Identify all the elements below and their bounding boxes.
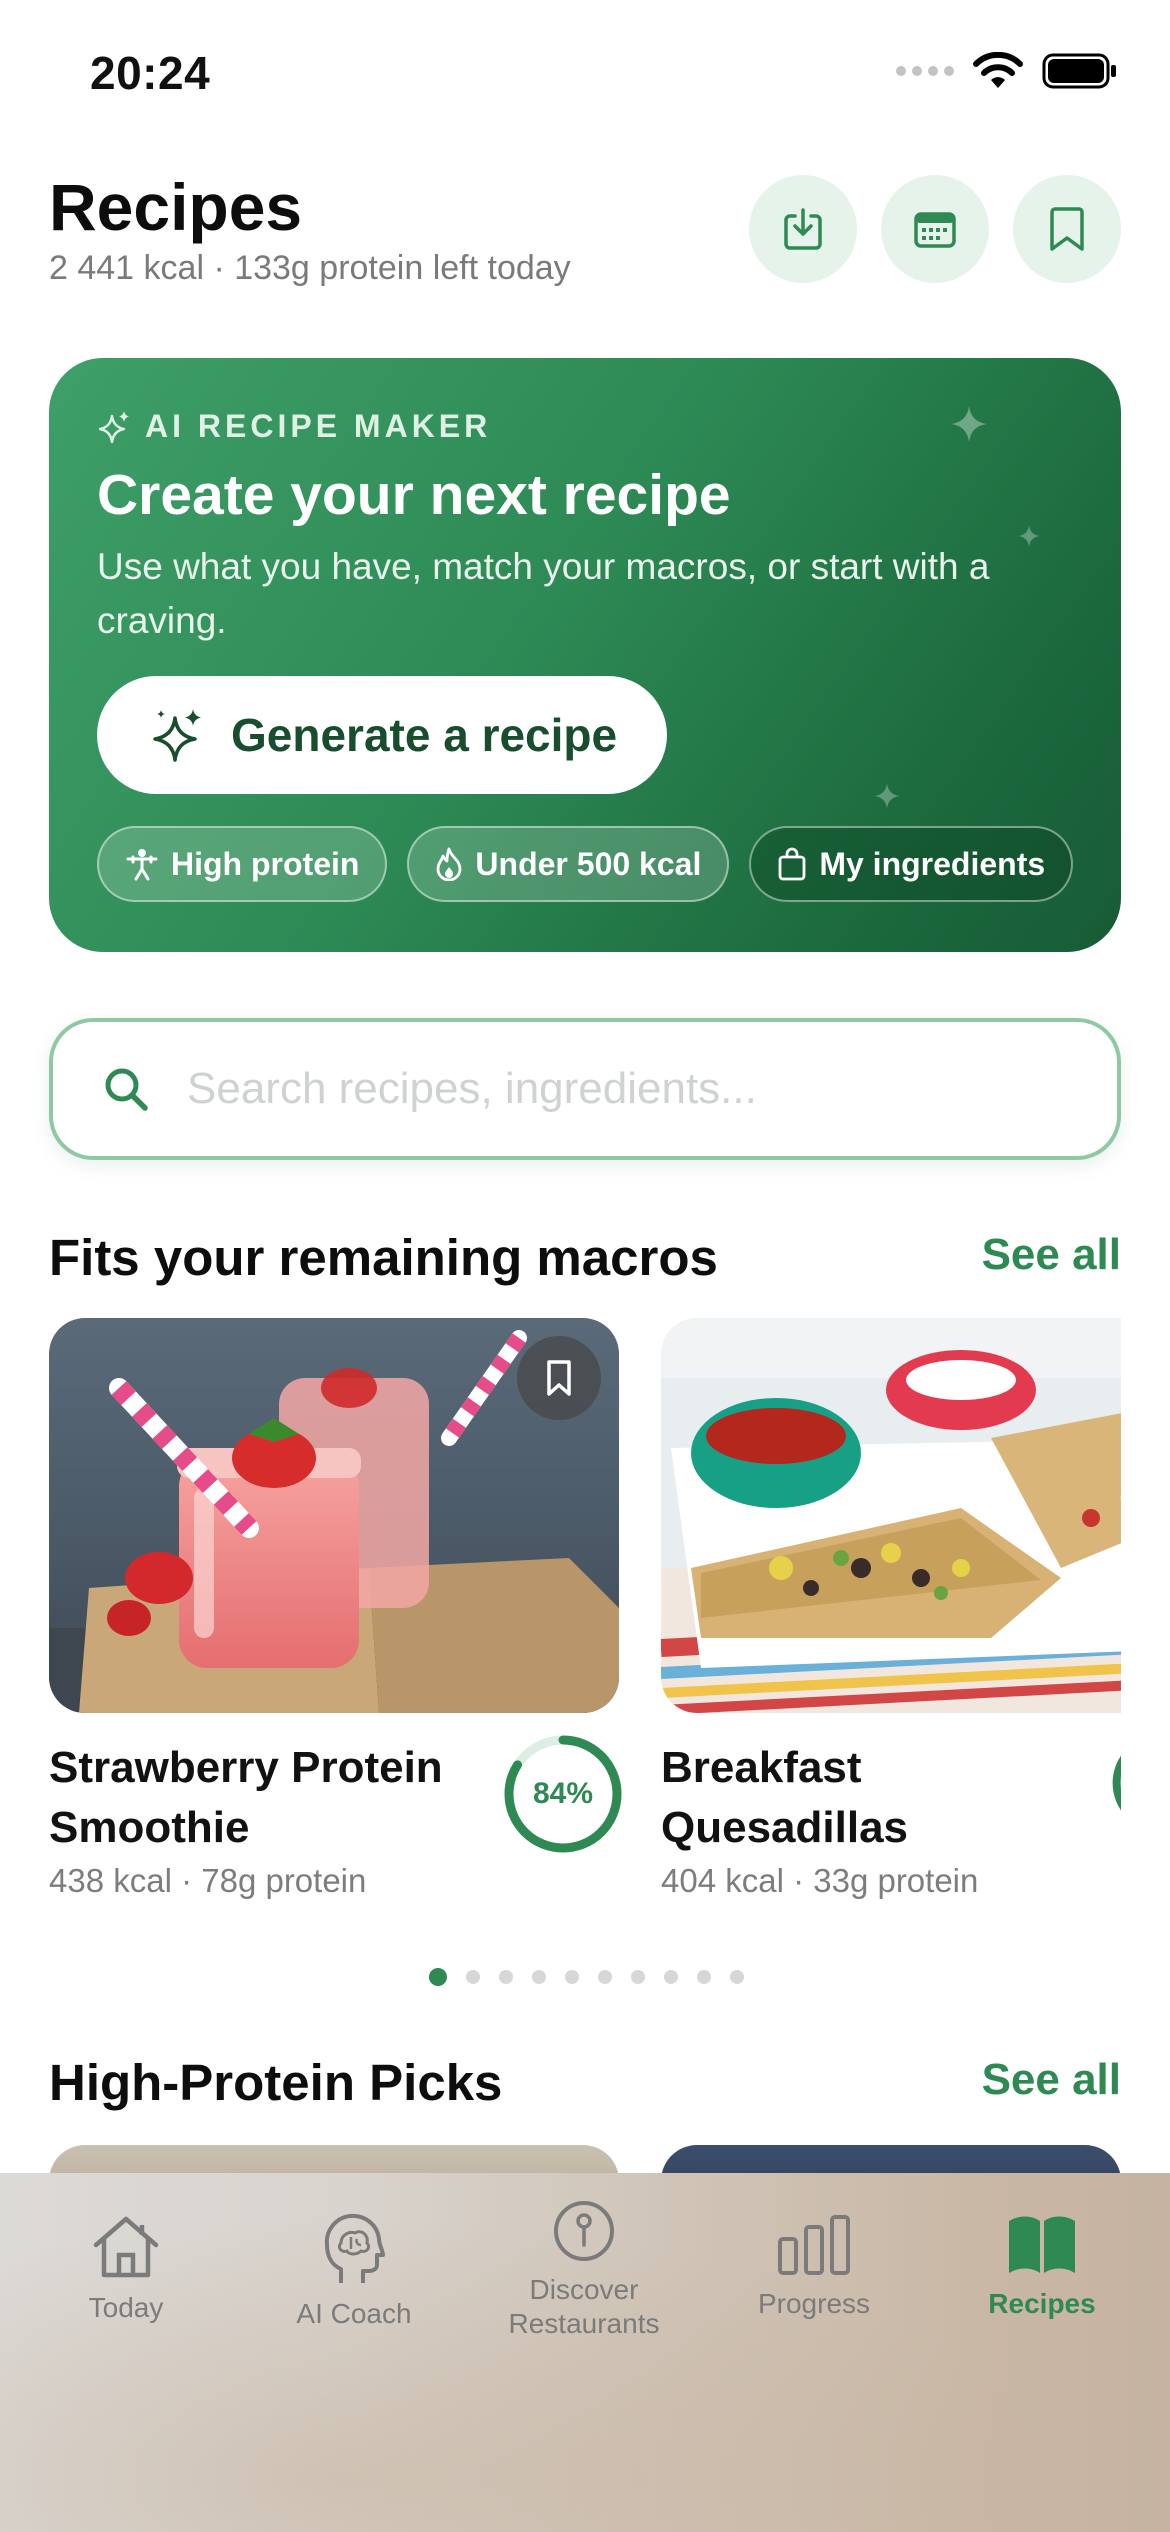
- quesadillas-photo: [661, 1318, 1121, 1713]
- bag-icon: [778, 847, 806, 881]
- status-icons: [896, 52, 1118, 90]
- page-title: Recipes: [49, 170, 303, 244]
- see-all-link[interactable]: See all: [982, 2055, 1121, 2105]
- pagination-dot[interactable]: [465, 1970, 480, 1984]
- recipe-meta: 438 kcal · 78g protein: [49, 1862, 367, 1899]
- search-icon: [105, 1068, 148, 1111]
- tab-progress[interactable]: Progress: [714, 2213, 914, 2321]
- house-icon: [93, 2216, 159, 2278]
- pagination-dot[interactable]: [729, 1970, 744, 1984]
- recipe-card[interactable]: Breakfast Quesadillas 404 kcal · 33g pro…: [661, 1318, 1121, 1899]
- recipe-card[interactable]: Strawberry Protein Smoothie 438 kcal · 7…: [49, 1318, 622, 1899]
- bar-chart-icon: [778, 2215, 850, 2275]
- recipe-meta: 404 kcal · 33g protein: [661, 1862, 979, 1899]
- search-bar: [49, 1018, 1121, 1160]
- section-header-remaining-macros: Fits your remaining macros See all: [49, 1228, 1121, 1298]
- tab-label: Today: [88, 2292, 164, 2323]
- carousel-pagination: [0, 1968, 1170, 1986]
- saved-recipes-button[interactable]: [1013, 175, 1121, 283]
- pagination-dot[interactable]: [428, 1968, 447, 1986]
- tab-label: Progress: [757, 2288, 871, 2319]
- tab-label: AI Coach: [296, 2298, 412, 2329]
- recipe-carousel[interactable]: Strawberry Protein Smoothie 438 kcal · 7…: [49, 1318, 1121, 1908]
- sparkles-icon: [153, 709, 201, 762]
- tab-label: Discover Restaurants: [508, 2274, 660, 2339]
- save-recipe-button[interactable]: [517, 1336, 601, 1420]
- battery-icon: [1042, 53, 1116, 89]
- macro-match-percent: 84%: [532, 1777, 594, 1810]
- import-recipe-button[interactable]: [749, 175, 857, 283]
- see-all-link[interactable]: See all: [982, 1230, 1121, 1280]
- page-header: Recipes 2 441 kcal · 133g protein left t…: [49, 165, 1121, 305]
- macro-match-ring: 84%: [501, 1732, 625, 1856]
- chip-my-ingredients[interactable]: My ingredients: [749, 826, 1074, 902]
- ai-card-description: Use what you have, match your macros, or…: [97, 546, 990, 641]
- cellular-signal-icon: [896, 66, 954, 76]
- pagination-dot[interactable]: [630, 1970, 645, 1984]
- recipe-title: Strawberry Protein Smoothie: [49, 1743, 443, 1852]
- tab-recipes[interactable]: Recipes: [942, 2213, 1142, 2321]
- download-icon: [784, 208, 822, 250]
- chip-label: My ingredients: [819, 845, 1046, 882]
- chip-under-500-kcal[interactable]: Under 500 kcal: [407, 826, 730, 902]
- remaining-macros-summary: 2 441 kcal · 133g protein left today: [49, 249, 571, 287]
- pagination-dot[interactable]: [696, 1970, 711, 1984]
- wifi-icon: [973, 52, 1023, 88]
- pagination-dot[interactable]: [663, 1970, 678, 1984]
- pagination-dot[interactable]: [531, 1970, 546, 1984]
- ai-card-title: Create your next recipe: [97, 463, 731, 527]
- chip-high-protein[interactable]: High protein: [97, 826, 388, 902]
- search-input[interactable]: [187, 1064, 1037, 1114]
- section-header-high-protein: High-Protein Picks See all: [49, 2053, 1121, 2123]
- quick-filter-chips: High protein Under 500 kcal My ingredien…: [97, 826, 1074, 902]
- recipe-image-smoothie: [49, 1318, 619, 1713]
- pagination-dot[interactable]: [564, 1970, 579, 1984]
- generate-recipe-button[interactable]: Generate a recipe: [97, 676, 667, 794]
- chip-label: Under 500 kcal: [475, 845, 702, 882]
- section-title: Fits your remaining macros: [49, 1229, 718, 1286]
- tab-bar: Today AI Coach Discover Restaurants Prog…: [0, 2173, 1170, 2532]
- chip-label: High protein: [171, 845, 360, 882]
- sparkle-decoration-icon: [874, 783, 900, 809]
- recipe-title: Breakfast Quesadillas: [661, 1743, 909, 1852]
- recipe-image-quesadillas: [661, 1318, 1121, 1713]
- ai-card-kicker-label: AI RECIPE MAKER: [145, 408, 492, 444]
- status-time: 20:24: [90, 47, 211, 99]
- brain-head-icon: [324, 2213, 385, 2283]
- calendar-icon: [914, 212, 956, 248]
- status-bar: 20:24: [0, 0, 1170, 150]
- pagination-dot[interactable]: [597, 1970, 612, 1984]
- pagination-dot[interactable]: [498, 1970, 513, 1984]
- generate-recipe-label: Generate a recipe: [231, 709, 618, 761]
- tab-discover-restaurants[interactable]: Discover Restaurants: [484, 2199, 684, 2341]
- sparkle-decoration-icon: [951, 406, 987, 442]
- sparkles-icon: [99, 410, 129, 443]
- tab-today[interactable]: Today: [26, 2213, 226, 2325]
- bookmark-icon: [547, 1360, 571, 1396]
- header-actions: [749, 175, 1121, 283]
- bookmark-icon: [1050, 207, 1084, 251]
- macro-match-ring-partial: [1112, 1755, 1121, 1811]
- section-title: High-Protein Picks: [49, 2054, 503, 2111]
- meal-plan-button[interactable]: [881, 175, 989, 283]
- ai-recipe-maker-card: AI RECIPE MAKER Create your next recipe …: [49, 358, 1121, 952]
- open-book-icon: [1009, 2216, 1075, 2273]
- ai-card-kicker: AI RECIPE MAKER: [99, 408, 491, 445]
- tab-label: Recipes: [988, 2288, 1096, 2319]
- flame-icon: [437, 847, 462, 881]
- tab-ai-coach[interactable]: AI Coach: [254, 2213, 454, 2331]
- person-lift-icon: [126, 849, 158, 881]
- location-pin-icon: [554, 2201, 614, 2261]
